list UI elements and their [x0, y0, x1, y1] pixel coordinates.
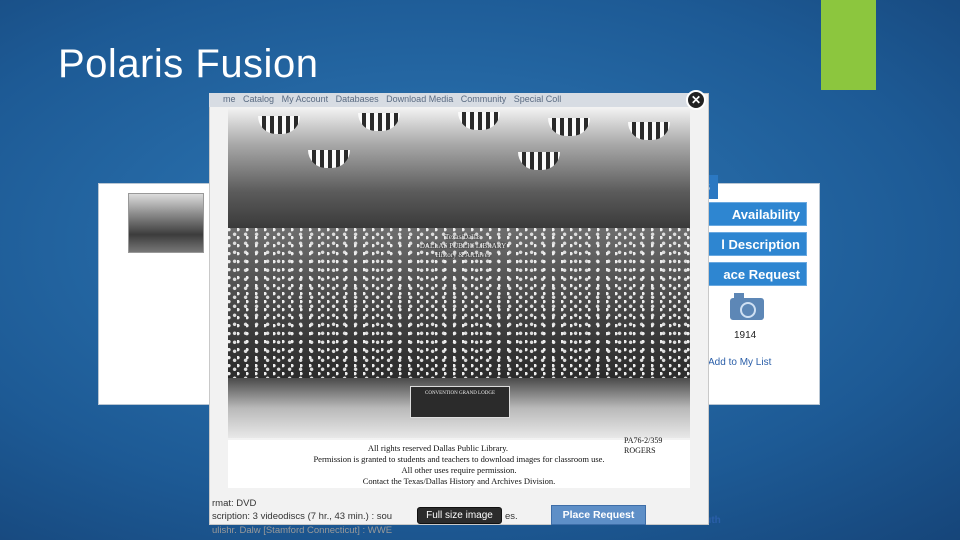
description-field: scription: 3 videodiscs (7 hr., 43 min.)…	[212, 511, 393, 522]
photo-id: PA76-2/359	[624, 436, 663, 445]
photo-thumbnail[interactable]	[128, 193, 204, 253]
rights-statement: All rights reserved Dallas Public Librar…	[228, 443, 690, 487]
format-field: rmat: DVD	[212, 498, 257, 509]
item-year: 1914	[734, 330, 757, 341]
add-to-list-link[interactable]: Add to My List	[708, 357, 771, 368]
catalog-nav-bar: me Catalog My Account Databases Download…	[209, 93, 689, 107]
close-icon[interactable]: ✕	[686, 90, 706, 110]
place-request-button[interactable]: Place Request	[551, 505, 646, 525]
rights-line: Contact the Texas/Dallas History and Arc…	[362, 476, 556, 486]
watermark-line: History & Archives	[435, 251, 491, 259]
nav-item[interactable]: My Account	[282, 94, 329, 104]
rights-line: Permission is granted to students and te…	[313, 454, 605, 464]
rights-line: All other uses require permission.	[401, 465, 517, 475]
stage-banner: CONVENTION GRAND LODGE	[410, 386, 510, 418]
slide-title: Polaris Fusion	[58, 42, 319, 86]
nav-item[interactable]: Databases	[336, 94, 379, 104]
library-watermark: Texas/Dallas DALLAS PUBLIC LIBRARY Histo…	[393, 233, 533, 260]
nav-item[interactable]: Download Media	[386, 94, 453, 104]
photographer: ROGERS	[624, 446, 656, 455]
nav-item[interactable]: me	[223, 94, 236, 104]
photo-identifiers: PA76-2/359 ROGERS	[624, 436, 662, 456]
nav-item[interactable]: Special Coll	[514, 94, 562, 104]
nav-item[interactable]: Catalog	[243, 94, 274, 104]
nav-item[interactable]: Community	[461, 94, 507, 104]
full-size-image-button[interactable]: Full size image	[417, 507, 502, 524]
publisher-field: ulishr. Dalw [Stamford Connecticut] : WW…	[212, 525, 393, 536]
description-suffix: es.	[505, 511, 518, 522]
watermark-line: Texas/Dallas	[444, 233, 482, 241]
camera-icon	[730, 293, 764, 320]
accent-bar	[821, 0, 876, 90]
image-caption: All rights reserved Dallas Public Librar…	[228, 436, 690, 488]
watermark-line: DALLAS PUBLIC LIBRARY	[419, 242, 507, 250]
hall-ceiling	[228, 108, 690, 228]
item-actions-panel: S Availability l Description ace Request…	[690, 170, 820, 540]
rights-line: All rights reserved Dallas Public Librar…	[367, 443, 509, 453]
